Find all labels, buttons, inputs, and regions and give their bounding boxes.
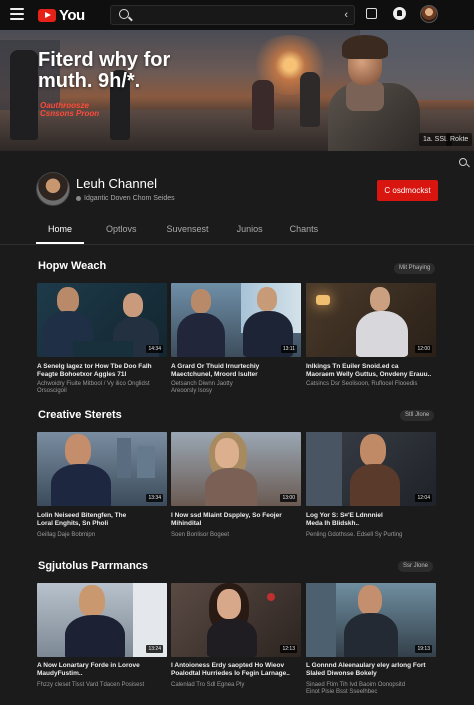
section-title: Creative Sterets (38, 409, 122, 421)
sort-dropdown[interactable]: Stll Jlone (400, 410, 435, 421)
video-title[interactable]: A Grard Or Thuid lrnurtechiy Maectchunel… (171, 363, 303, 379)
tab-suvensest[interactable]: Suvensest (167, 216, 209, 244)
video-thumbnail[interactable]: 19:13 (306, 583, 436, 657)
channel-avatar[interactable] (36, 172, 70, 206)
video-title[interactable]: I Antoioness Erdy saopted Ho Wieov Poalo… (171, 662, 303, 678)
tab-junios[interactable]: Junios (237, 216, 263, 244)
tab-options[interactable]: Optlovs (106, 216, 137, 244)
video-meta: Geillag Daje Bobmipn (37, 532, 96, 538)
video-thumbnail[interactable]: 13:34 (37, 432, 167, 506)
tabs-divider (0, 244, 474, 245)
verified-icon (76, 195, 81, 201)
video-duration: 12:00 (415, 345, 432, 353)
video-meta: Calenlad Tro Sdl Egnea Ply (171, 682, 245, 688)
video-title[interactable]: A Senelg lagez tor How Tbe Doo Falh Feag… (37, 363, 169, 379)
video-duration: 12:13 (280, 645, 297, 653)
subscribe-button[interactable]: C osdmockst (377, 180, 438, 201)
video-duration: 13:00 (280, 494, 297, 502)
video-thumbnail[interactable]: 13:11 (171, 283, 301, 357)
banner-man-figure (328, 35, 420, 151)
video-meta: Soen Bonlisor Bogeet (171, 532, 230, 538)
video-thumbnail[interactable]: 12:04 (306, 432, 436, 506)
video-thumbnail[interactable]: 12:13 (171, 583, 301, 657)
notifications-icon[interactable] (393, 7, 406, 20)
sort-dropdown[interactable]: Mit Phaying (394, 263, 436, 274)
banner-pedestrian (300, 72, 320, 127)
video-meta: Fhzzy cleset Tisst Vard Tdacen Posisest (37, 682, 145, 688)
video-duration: 14:34 (146, 345, 163, 353)
section-title: Hopw Weach (38, 260, 107, 272)
channel-name: Leuh Channel (76, 176, 157, 191)
banner-subtitle: Oauthroosze Csnsons Proon (40, 101, 100, 118)
channel-meta-text: Idgantic Doven Chom Seides (84, 195, 175, 202)
video-thumbnail[interactable]: 13:24 (37, 583, 167, 657)
video-meta: Penling Gdothsse. Edsell Sy Purting (306, 532, 403, 538)
video-title[interactable]: Inlkings Tn Euiler Snoid.ed ca Maoraem W… (306, 363, 438, 379)
video-meta: Oetsanch Diwnn Jaotty Areoorsly Isosy (171, 381, 233, 394)
video-title[interactable]: Log Yor S: S¤'E Ldnnniel Meda Ih Blidskh… (306, 512, 438, 528)
banner-title: Fiterd why for muth. 9h/*. (38, 49, 171, 92)
video-duration: 12:04 (415, 494, 432, 502)
channel-meta: Idgantic Doven Chom Seides (76, 195, 175, 202)
tab-home[interactable]: Home (36, 216, 85, 244)
play-logo-icon (38, 9, 56, 22)
search-input[interactable] (135, 8, 325, 22)
banner-pedestrian (252, 80, 274, 130)
banner-link[interactable]: Rokte (446, 133, 473, 146)
video-title[interactable]: L Gonnnd Aleenaulary eley arlong Fort Sl… (306, 662, 438, 678)
video-meta: Sinaed Ftim Tih Ivd Baoim Oonopsitd Eino… (306, 682, 406, 695)
video-duration: 13:34 (146, 494, 163, 502)
channel-search-icon[interactable] (459, 158, 467, 166)
video-thumbnail[interactable]: 14:34 (37, 283, 167, 357)
video-title[interactable]: A Now Lonartary Forde in Lorove MaudyFus… (37, 662, 169, 678)
menu-icon[interactable] (10, 8, 24, 20)
video-title[interactable]: I Now ssd Mlaint Dsppley, So Feojer Mihi… (171, 512, 303, 528)
banner-pedestrian (10, 50, 38, 140)
video-meta: Achwoidry Fiuite Mitbool / Vy ilico Ongl… (37, 381, 150, 394)
section-title: Sgjutolus Parrmancs (38, 560, 149, 572)
logo-text: You (59, 7, 85, 24)
tab-chants[interactable]: Chants (290, 216, 319, 244)
sort-dropdown[interactable]: Ssr Jlone (398, 561, 434, 572)
video-meta: Catsincs Dsr Seolisoon, Ruflocel Flooedi… (306, 381, 418, 387)
video-duration: 13:11 (280, 345, 297, 353)
create-icon[interactable] (366, 8, 377, 19)
video-title[interactable]: Lolin Neiseed Bitengfen, The Loral Enghi… (37, 512, 169, 528)
video-thumbnail[interactable]: 13:00 (171, 432, 301, 506)
channel-tabs: Home Optlovs Suvensest Junios Chants (36, 216, 318, 244)
top-bar: You ‹ (0, 0, 474, 30)
mic-icon[interactable]: ‹ (344, 9, 348, 21)
search-icon[interactable] (119, 9, 129, 19)
search-bar[interactable]: ‹ (110, 5, 355, 25)
video-duration: 19:13 (415, 645, 432, 653)
video-duration: 13:24 (146, 645, 163, 653)
youtube-logo[interactable]: You (38, 7, 85, 24)
video-thumbnail[interactable]: 12:00 (306, 283, 436, 357)
avatar[interactable] (420, 5, 438, 23)
